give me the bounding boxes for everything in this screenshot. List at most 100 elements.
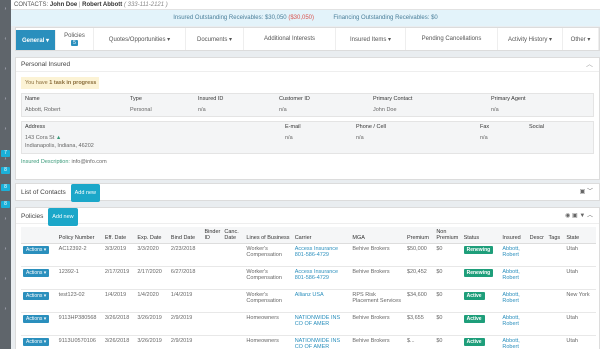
sidebar-toggle-icon[interactable]: › <box>2 216 9 222</box>
table-cell[interactable]: Access Insurance 801-586-4729 <box>292 243 351 267</box>
table-cell: 3/3/2020 <box>135 243 169 267</box>
actions-cell[interactable]: Actions ▾ <box>21 266 57 290</box>
tab-other[interactable]: Other ▾ <box>563 28 599 50</box>
chevron-up-icon[interactable]: ︿ <box>587 213 593 219</box>
sidebar-badge[interactable]: 8 <box>1 201 10 208</box>
column-header[interactable]: Lines of Business <box>244 227 293 244</box>
phone-header: Phone / Cell <box>356 124 386 130</box>
tab-activity-history[interactable]: Activity History ▾ <box>498 28 563 50</box>
column-header[interactable] <box>21 227 57 244</box>
sidebar-toggle-icon[interactable]: › <box>2 96 9 102</box>
contacts-header-icons: ▣ ﹀ <box>580 184 593 200</box>
add-contact-button[interactable]: Add new <box>70 184 101 202</box>
actions-cell[interactable]: Actions ▾ <box>21 312 57 336</box>
tab-quotes-opportunities[interactable]: Quotes/Opportunities ▾ <box>94 28 186 50</box>
table-cell[interactable]: Abbott, Robert <box>500 289 528 313</box>
table-row[interactable]: Actions ▾ 12392-1 2/17/2019 2/17/2020 6/27/2… <box>21 266 596 290</box>
actions-button[interactable]: Actions ▾ <box>23 338 50 346</box>
table-cell[interactable]: Abbott, Robert <box>500 266 528 290</box>
column-header[interactable]: Binder ID <box>202 227 223 244</box>
sidebar-toggle-icon[interactable]: › <box>2 276 9 282</box>
table-cell[interactable]: Abbott, Robert <box>500 335 528 349</box>
column-header[interactable]: Premium <box>404 227 435 244</box>
actions-button[interactable]: Actions ▾ <box>23 269 50 277</box>
tab-documents[interactable]: Documents ▾ <box>186 28 244 50</box>
chevron-up-icon[interactable]: ︿ <box>586 58 593 72</box>
sidebar-toggle-icon[interactable]: › <box>2 6 9 12</box>
table-cell[interactable]: 12392-1 <box>56 266 103 290</box>
actions-cell[interactable]: Actions ▾ <box>21 335 57 349</box>
task-count: 1 task in progress <box>49 80 97 86</box>
column-header[interactable]: Insured <box>500 227 528 244</box>
column-header[interactable]: Eff. Date <box>102 227 136 244</box>
table-cell[interactable]: Access Insurance 801-586-4729 <box>292 266 351 290</box>
sidebar-toggle-icon[interactable]: › <box>2 126 9 132</box>
column-header[interactable]: Policy Number <box>56 227 103 244</box>
sidebar-toggle-icon[interactable]: › <box>2 66 9 72</box>
table-cell[interactable]: Abbott, Robert <box>500 243 528 267</box>
eye-icon[interactable]: ◉ <box>565 213 570 219</box>
table-row[interactable]: Actions ▾ AC12392-2 3/3/2019 3/3/2020 2/23/2… <box>21 243 596 267</box>
sidebar-toggle-icon[interactable]: › <box>2 246 9 252</box>
column-header[interactable]: MGA <box>350 227 405 244</box>
column-header[interactable]: Descr <box>527 227 547 244</box>
policies-header-icons: ◉ ▣ ▼ ︿ <box>565 208 593 224</box>
tab-insured-items[interactable]: Insured Items ▾ <box>336 28 406 50</box>
tab-general[interactable]: General ▾ <box>16 30 56 50</box>
table-cell: Worker's Compensation <box>244 243 293 267</box>
column-header[interactable]: Non Premium <box>434 227 462 244</box>
policies-panel: Policies Add new ◉ ▣ ▼ ︿ Policy Number Ef… <box>15 207 600 349</box>
column-header[interactable]: State <box>564 227 596 244</box>
actions-button[interactable]: Actions ▾ <box>23 292 50 300</box>
column-header[interactable]: Carrier <box>292 227 351 244</box>
column-header[interactable]: Bind Date <box>168 227 203 244</box>
personal-insured-header[interactable]: Personal Insured ︿ <box>16 58 599 72</box>
sidebar-toggle-icon[interactable]: ‹ <box>2 36 9 42</box>
table-cell[interactable]: test123-02 <box>56 289 103 313</box>
sidebar-badge[interactable]: 8 <box>1 184 10 191</box>
actions-cell[interactable]: Actions ▾ <box>21 289 57 313</box>
page: CONTACTS: John Doe | Robert Abbott ( 333… <box>11 0 600 349</box>
export-icon[interactable]: ▣ <box>572 213 578 219</box>
table-cell[interactable]: Allianz USA <box>292 289 351 313</box>
policies-header[interactable]: Policies Add new ◉ ▣ ▼ ︿ <box>16 208 599 226</box>
sidebar-badge[interactable]: 7 <box>1 150 10 157</box>
table-cell <box>527 289 547 313</box>
fax-value: n/a <box>480 135 488 141</box>
table-cell[interactable]: AC12392-2 <box>56 243 103 267</box>
table-cell: $... <box>404 335 435 349</box>
customer-id-header: Customer ID <box>279 96 310 102</box>
filter-icon[interactable]: ▼ <box>579 213 585 219</box>
table-row[interactable]: Actions ▾ 9113HP380568 3/26/2018 3/26/2019 2… <box>21 312 596 336</box>
export-icon[interactable]: ▣ <box>580 189 586 195</box>
map-icon[interactable]: ▲ <box>56 135 61 141</box>
actions-cell[interactable]: Actions ▾ <box>21 243 57 267</box>
table-row[interactable]: Actions ▾ test123-02 1/4/2019 1/4/2020 1/4/2… <box>21 289 596 313</box>
table-row[interactable]: Actions ▾ 9113U0570106 3/26/2018 3/26/2019 2… <box>21 335 596 349</box>
table-cell[interactable]: 9113U0570106 <box>56 335 103 349</box>
add-policy-button[interactable]: Add new <box>48 208 78 226</box>
task-alert[interactable]: You have 1 task in progress <box>21 77 99 89</box>
column-header[interactable]: Canc. Date <box>222 227 245 244</box>
table-cell[interactable]: Abbott, Robert <box>500 312 528 336</box>
table-cell[interactable]: 9113HP380568 <box>56 312 103 336</box>
sidebar-toggle-icon[interactable]: › <box>2 306 9 312</box>
sidebar-badge[interactable]: 8 <box>1 167 10 174</box>
tab-policies[interactable]: Policies 5 <box>56 28 94 50</box>
table-cell[interactable]: NATIONWIDE INS CO OF AMER <box>292 335 351 349</box>
contact-name-2[interactable]: Robert Abbott <box>82 2 122 8</box>
tab-additional-interests[interactable]: Additional Interests <box>244 28 336 50</box>
table-cell[interactable]: NATIONWIDE INS CO OF AMER <box>292 312 351 336</box>
table-cell: Utah <box>564 312 596 336</box>
actions-button[interactable]: Actions ▾ <box>23 246 50 254</box>
contact-name-1[interactable]: John Doe <box>50 2 77 8</box>
tab-label: Additional Interests <box>263 36 316 42</box>
column-header[interactable]: Tags <box>546 227 565 244</box>
table-cell: $0 <box>434 289 462 313</box>
contacts-header[interactable]: List of Contacts Add new ▣ ﹀ <box>16 184 599 202</box>
tab-pending-cancellations[interactable]: Pending Cancellations <box>406 28 498 50</box>
column-header[interactable]: Exp. Date <box>135 227 169 244</box>
column-header[interactable]: Status <box>461 227 501 244</box>
chevron-down-icon[interactable]: ﹀ <box>587 189 593 195</box>
actions-button[interactable]: Actions ▾ <box>23 315 50 323</box>
